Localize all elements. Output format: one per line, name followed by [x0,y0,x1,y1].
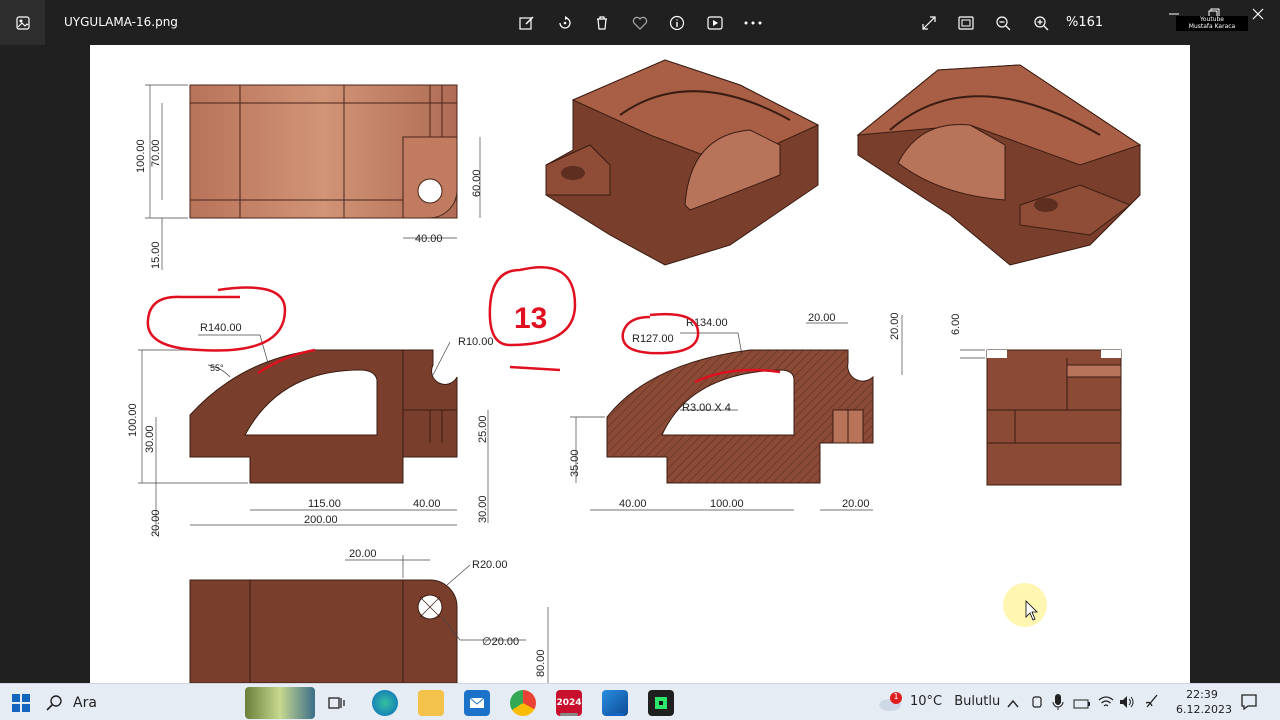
clock[interactable]: 22:39 6.12.2023 [1176,687,1232,717]
weather-temperature: 10°C [910,694,943,709]
wifi-icon[interactable] [1098,694,1114,713]
dim-front-30: 30.00 [144,425,156,453]
photos-taskbar-icon[interactable] [602,690,628,716]
file-name: UYGULAMA-16.png [64,15,178,29]
dim-bottom-dia20: ∅20.00 [482,636,519,648]
active-indicator [560,713,578,716]
zoom-level[interactable]: %161 [1066,15,1103,30]
edge-browser-icon[interactable] [372,690,398,716]
annotation-number: 13 [514,302,547,335]
dim-bottom-r20: R20.00 [472,559,507,571]
zoom-in-icon[interactable] [1028,10,1054,36]
volume-icon[interactable] [1119,694,1135,713]
dim-section-20a: 20.00 [808,312,836,324]
dim-top-70: 70.00 [150,139,162,167]
weather-condition: Bulutlu [954,694,1001,709]
dim-front-angle: 55° [210,363,224,373]
fullscreen-icon[interactable] [916,10,942,36]
chevron-up-icon[interactable] [1006,695,1020,714]
rotate-icon[interactable] [552,10,578,36]
dim-front-115: 115.00 [308,498,341,510]
dim-front-40: 40.00 [413,498,441,510]
weather-icon[interactable]: 1 [878,692,904,716]
edit-image-icon[interactable] [514,10,540,36]
close-icon[interactable] [1250,6,1266,22]
taskbar: Ara 2024 1 10°C Bulutlu 22:39 6.12.2023 [0,683,1280,720]
file-explorer-icon[interactable] [418,690,444,716]
dim-front-200: 200.00 [304,514,338,526]
top-view: 100.00 70.00 60.00 40.00 15.00 [135,84,483,270]
dim-section-fillet: R3.00 X 4 [682,402,731,414]
chrome-icon[interactable] [510,690,536,716]
dim-front-100: 100.00 [127,403,139,437]
dim-section-r127: R127.00 [632,333,674,345]
isometric-view-2 [856,64,1142,266]
dim-top-100: 100.00 [135,139,147,173]
solidworks-version: 2024 [556,698,582,708]
dim-section-40: 40.00 [619,498,647,510]
task-view-icon[interactable] [324,690,350,716]
watermark-line-2: Mustafa Karaca [1188,23,1236,30]
dim-section-35: 35.00 [569,449,581,477]
cursor-highlight [1003,583,1047,627]
dim-front-20: 20.00 [150,509,162,537]
photos-app-icon [0,0,45,45]
zoom-out-icon[interactable] [990,10,1016,36]
search-icon [46,695,62,711]
dim-section-20b: 20.00 [889,312,901,340]
microphone-icon[interactable] [1052,693,1064,715]
recording-app-icon[interactable] [648,690,674,716]
info-icon[interactable] [664,10,690,36]
front-view: R140.00 R10.00 55° 100.00 30.00 25.00 20… [127,322,493,537]
mail-icon[interactable] [464,690,490,716]
taskbar-search[interactable]: Ara [45,687,315,719]
slideshow-icon[interactable] [702,10,728,36]
active-indicator [606,713,624,716]
notifications-icon[interactable] [1240,693,1258,715]
weather-badge: 1 [893,692,899,701]
dim-side-6: 6.00 [950,314,962,335]
isometric-view-1 [545,59,820,266]
delete-icon[interactable] [589,10,615,36]
fit-icon[interactable] [953,10,979,36]
section-view: R134.00 R127.00 20.00 20.00 R3.00 X 4 35… [569,312,903,511]
search-placeholder: Ara [73,695,97,711]
windows-start-icon[interactable] [10,692,32,714]
dim-section-20c: 20.00 [842,498,870,510]
more-icon[interactable] [740,10,766,36]
dim-bottom-20: 20.00 [349,548,377,560]
dim-section-100: 100.00 [710,498,744,510]
image-canvas[interactable]: 100.00 70.00 60.00 40.00 15.00 R140.00 R… [0,45,1280,683]
bottom-view: 20.00 R20.00 ∅20.00 80.00 [189,548,549,683]
dim-front-30b: 30.00 [477,495,489,523]
clock-date: 6.12.2023 [1176,703,1232,716]
pen-icon[interactable] [1144,693,1160,713]
watermark-line-1: Youtube [1200,16,1224,23]
channel-watermark: Youtube Mustafa Karaca [1176,16,1248,31]
dim-top-60: 60.00 [471,169,483,197]
favorite-icon[interactable] [627,10,653,36]
dim-front-r10: R10.00 [458,336,493,348]
dim-top-15: 15.00 [150,241,162,269]
dim-front-25: 25.00 [477,415,489,443]
dim-top-40: 40.00 [415,233,443,245]
title-bar: UYGULAMA-16.png %161 Youtube Mustafa Kar… [0,0,1280,45]
side-view: 6.00 [950,314,1122,486]
search-highlight-image [245,687,315,719]
meet-now-icon[interactable] [1030,694,1044,714]
solidworks-icon[interactable]: 2024 [556,690,582,716]
weather-widget[interactable]: 10°C Bulutlu [910,694,1000,709]
dim-front-r140: R140.00 [200,322,242,334]
dim-bottom-80: 80.00 [535,649,547,677]
clock-time: 22:39 [1186,688,1218,701]
battery-icon[interactable] [1073,695,1091,714]
dim-section-r134: R134.00 [686,317,728,329]
